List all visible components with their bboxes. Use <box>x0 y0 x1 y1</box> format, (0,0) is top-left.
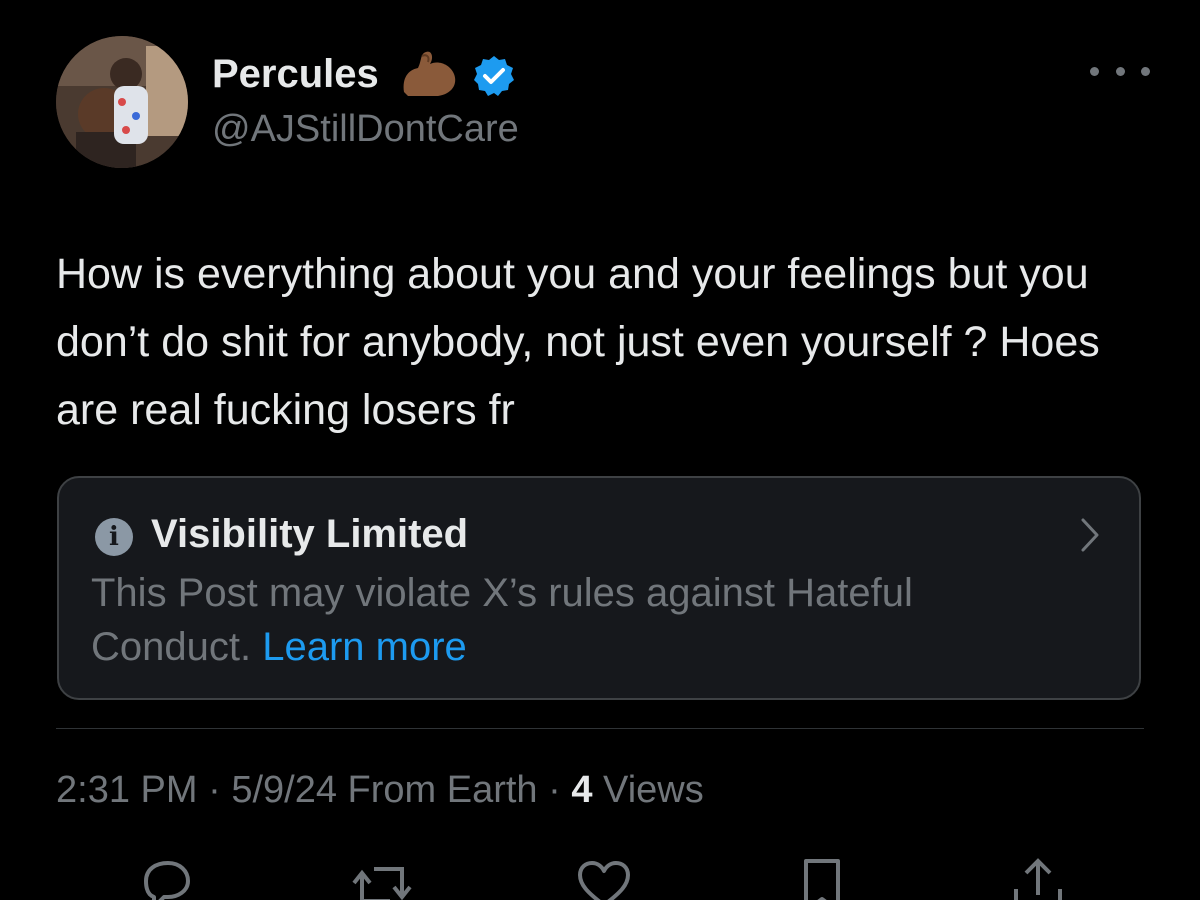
chevron-right-icon <box>1081 518 1099 552</box>
display-name[interactable]: Percules <box>212 50 379 98</box>
handle[interactable]: @AJStillDontCare <box>212 106 519 152</box>
verified-badge-icon <box>474 56 514 96</box>
post-date[interactable]: 5/9/24 <box>231 769 337 811</box>
dot <box>1141 66 1150 76</box>
post-location: From Earth <box>336 769 538 811</box>
bookmark-icon[interactable] <box>792 855 852 900</box>
visibility-notice[interactable]: i Visibility Limited This Post may viola… <box>57 476 1141 700</box>
action-bar <box>0 855 1200 900</box>
views-label[interactable]: Views <box>593 769 704 811</box>
share-icon[interactable] <box>1008 855 1068 900</box>
info-icon: i <box>95 518 133 556</box>
avatar-image <box>56 36 188 168</box>
separator: · <box>197 769 232 811</box>
post-text: How is everything about you and your fee… <box>56 250 1112 434</box>
learn-more-link[interactable]: Learn more <box>262 625 467 669</box>
notice-body-text: This Post may violate X’s rules against … <box>91 571 913 669</box>
flexed-biceps-icon <box>403 51 456 96</box>
views-count[interactable]: 4 <box>571 769 592 811</box>
post: Percules @AJStillDontCare How is everyth… <box>0 0 1200 900</box>
notice-body: This Post may violate X’s rules against … <box>91 566 1071 674</box>
dot <box>1115 66 1125 76</box>
more-options-icon[interactable] <box>1090 56 1150 86</box>
separator: · <box>537 769 572 811</box>
notice-title: Visibility Limited <box>151 512 469 556</box>
reply-icon[interactable] <box>136 855 196 900</box>
avatar[interactable] <box>56 36 188 168</box>
repost-icon[interactable] <box>352 855 412 900</box>
divider <box>56 728 1144 729</box>
post-meta: 2:31 PM · 5/9/24 From Earth · 4 Views <box>56 766 704 814</box>
dot <box>1090 66 1099 76</box>
like-icon[interactable] <box>574 855 634 900</box>
post-time[interactable]: 2:31 PM <box>56 769 198 811</box>
